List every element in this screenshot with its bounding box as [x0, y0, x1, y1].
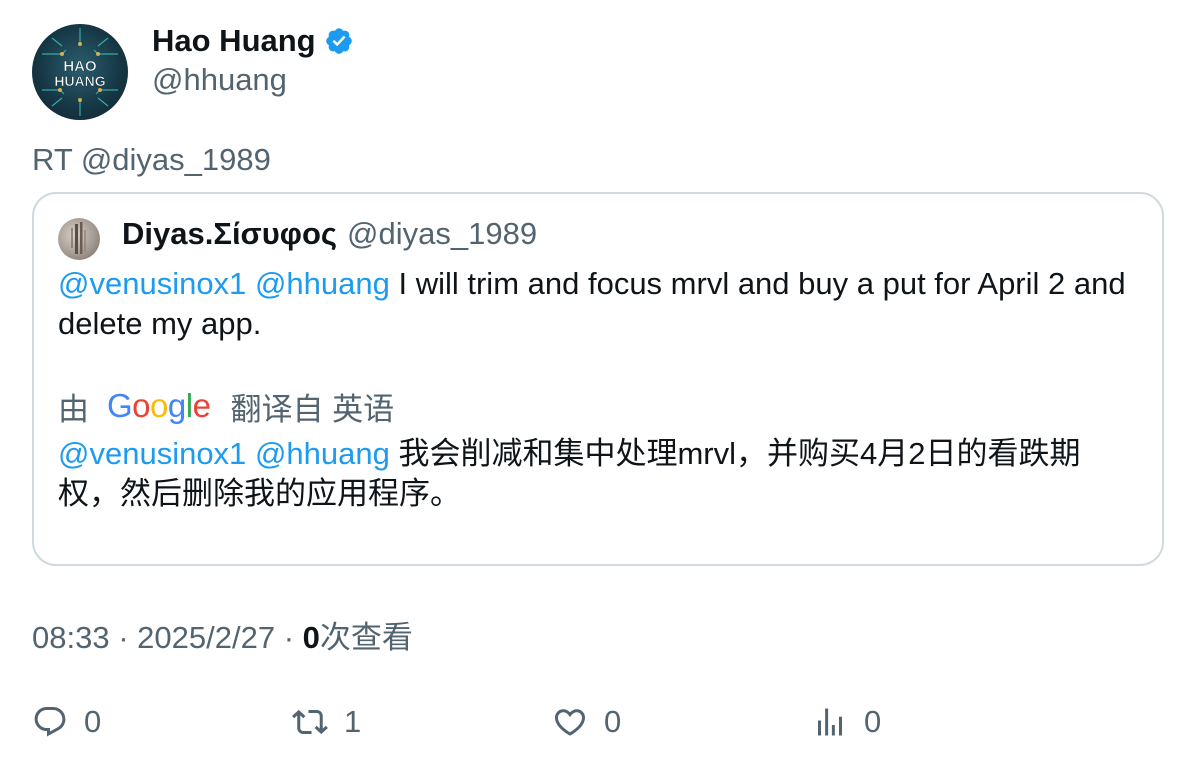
views-count: 0: [302, 620, 320, 655]
translation-suffix: 翻译自 英语: [230, 391, 395, 427]
quoted-display-name[interactable]: Diyas.Σίσυφος: [122, 216, 337, 252]
reply-count: 0: [84, 704, 102, 739]
author-display-name[interactable]: Hao Huang: [152, 23, 316, 59]
meta-separator: ·: [118, 620, 129, 655]
quoted-author-avatar[interactable]: [58, 218, 100, 260]
action-bar: 0 1 0 0: [32, 698, 1164, 746]
tweet-meta: 08:33 · 2025/2/27 · 0次查看: [32, 612, 413, 657]
mention-link[interactable]: @hhuang: [255, 436, 390, 471]
like-count: 0: [604, 704, 622, 739]
author-name-row: Hao Huang: [152, 22, 354, 60]
like-button[interactable]: 0: [552, 698, 621, 746]
translation-prefix: 由: [58, 391, 89, 427]
quoted-tweet-card[interactable]: Diyas.Σίσυφος @diyas_1989 @venusinox1 @h…: [32, 192, 1164, 566]
mention-link[interactable]: @venusinox1: [58, 266, 246, 301]
tweet-time[interactable]: 08:33: [32, 620, 110, 655]
google-logo: Google: [107, 387, 211, 424]
translated-text: @venusinox1 @hhuang 我会削减和集中处理mrvl，并购买4月2…: [58, 434, 1138, 514]
translation-attribution: 由 Google 翻译自 英语: [58, 384, 394, 428]
quoted-avatar-image: [71, 222, 86, 254]
tweet-date[interactable]: 2025/2/27: [137, 620, 275, 655]
views-action-count: 0: [864, 704, 882, 739]
views-label: 次查看: [319, 620, 413, 655]
quoted-tweet-text: @venusinox1 @hhuang I will trim and focu…: [58, 264, 1138, 344]
mention-link[interactable]: @venusinox1: [58, 436, 246, 471]
retweet-icon: [292, 709, 328, 735]
mention-link[interactable]: @hhuang: [255, 266, 390, 301]
retweet-count: 1: [344, 704, 362, 739]
verified-badge-icon[interactable]: [324, 26, 354, 56]
svg-text:HUANG: HUANG: [54, 73, 105, 89]
retweet-button[interactable]: 1: [292, 698, 361, 746]
author-avatar[interactable]: HAO HUANG: [32, 24, 128, 120]
quoted-tweet-header: Diyas.Σίσυφος @diyas_1989: [122, 214, 537, 254]
views-button[interactable]: 0: [812, 698, 881, 746]
avatar-image: HAO HUANG: [42, 28, 118, 116]
author-handle[interactable]: @hhuang: [152, 62, 287, 98]
quoted-handle[interactable]: @diyas_1989: [347, 216, 537, 252]
retweet-label: RT @diyas_1989: [32, 142, 271, 177]
heart-icon: [554, 709, 586, 736]
reply-icon: [34, 707, 66, 737]
meta-separator: ·: [283, 620, 295, 655]
reply-button[interactable]: 0: [32, 698, 101, 746]
analytics-icon: [818, 708, 842, 736]
